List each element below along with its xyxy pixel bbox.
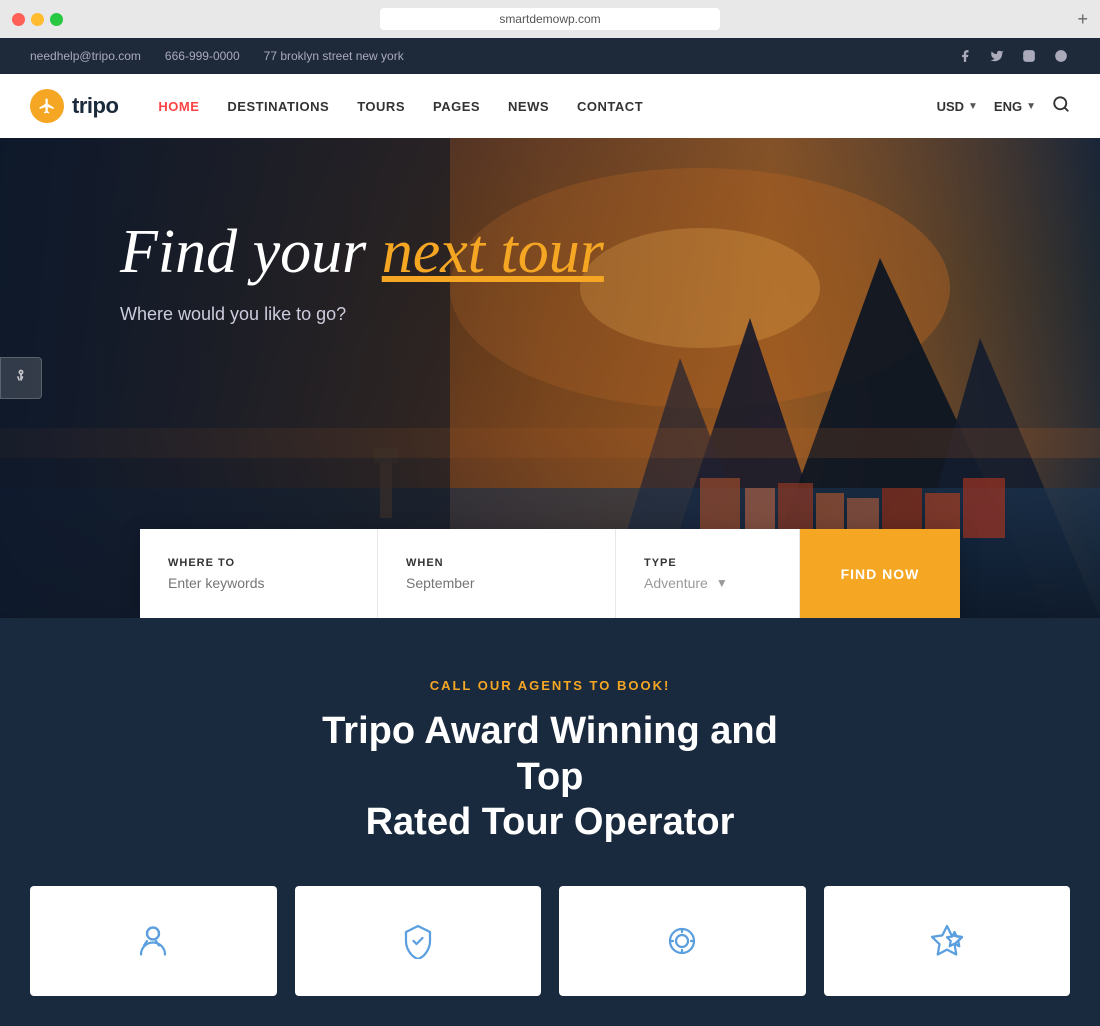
where-to-input[interactable] — [168, 575, 349, 591]
when-field: WHEN — [378, 529, 616, 618]
person-icon — [131, 919, 175, 963]
logo-text: tripo — [72, 93, 118, 119]
where-to-label: WHERE TO — [168, 557, 349, 569]
nav-links: HOME DESTINATIONS TOURS PAGES NEWS CONTA… — [158, 99, 936, 114]
currency-label: USD — [937, 99, 964, 114]
language-dropdown[interactable]: ENG ▼ — [994, 99, 1036, 114]
language-label: ENG — [994, 99, 1022, 114]
type-chevron[interactable]: ▼ — [716, 576, 728, 590]
lower-title: Tripo Award Winning and Top Rated Tour O… — [300, 709, 800, 846]
search-icon[interactable] — [1052, 95, 1070, 118]
top-bar-left: needhelp@tripo.com 666-999-0000 77 brokl… — [30, 49, 404, 63]
minimize-button[interactable] — [31, 13, 44, 26]
hero-subtitle: Where would you like to go? — [120, 304, 1070, 325]
top-bar-right — [956, 47, 1070, 65]
type-value: Adventure — [644, 575, 708, 591]
url-text: smartdemowp.com — [499, 12, 600, 26]
top-info-bar: needhelp@tripo.com 666-999-0000 77 brokl… — [0, 38, 1100, 74]
type-field: TYPE Adventure ▼ — [616, 529, 800, 618]
find-now-label: FIND NOW — [841, 566, 920, 582]
language-chevron: ▼ — [1026, 101, 1036, 112]
badge-icon — [660, 919, 704, 963]
shield-icon — [396, 919, 440, 963]
lower-section: CALL OUR AGENTS TO BOOK! Tripo Award Win… — [0, 618, 1100, 1026]
currency-dropdown[interactable]: USD ▼ — [937, 99, 978, 114]
logo-icon — [30, 89, 64, 123]
close-button[interactable] — [12, 13, 25, 26]
nav-destinations[interactable]: DESTINATIONS — [227, 99, 329, 114]
hero-title: Find your next tour — [120, 218, 1070, 286]
nav-news[interactable]: NEWS — [508, 99, 549, 114]
type-label: TYPE — [644, 557, 771, 569]
nav-contact[interactable]: CONTACT — [577, 99, 643, 114]
logo[interactable]: tripo — [30, 89, 118, 123]
currency-chevron: ▼ — [968, 101, 978, 112]
search-bar: WHERE TO WHEN TYPE Adventure ▼ FIND NOW — [140, 529, 960, 618]
feature-card-1[interactable] — [30, 886, 277, 996]
maximize-button[interactable] — [50, 13, 63, 26]
main-navigation: tripo HOME DESTINATIONS TOURS PAGES NEWS… — [0, 74, 1100, 138]
browser-chrome: smartdemowp.com + — [0, 0, 1100, 38]
type-wrapper: Adventure ▼ — [644, 575, 771, 591]
where-to-field: WHERE TO — [140, 529, 378, 618]
new-tab-button[interactable]: + — [1077, 9, 1088, 30]
accessibility-button[interactable] — [0, 357, 42, 399]
facebook-icon[interactable] — [956, 47, 974, 65]
phone-info: 666-999-0000 — [165, 49, 240, 63]
instagram-icon[interactable] — [1020, 47, 1038, 65]
traffic-lights — [12, 13, 63, 26]
when-input[interactable] — [406, 575, 587, 591]
twitter-icon[interactable] — [988, 47, 1006, 65]
hero-title-part1: Find your — [120, 218, 382, 286]
nav-home[interactable]: HOME — [158, 99, 199, 114]
nav-tours[interactable]: TOURS — [357, 99, 405, 114]
lower-title-line2: Rated Tour Operator — [366, 801, 735, 843]
hero-content: Find your next tour Where would you like… — [0, 138, 1100, 325]
feature-card-4[interactable] — [824, 886, 1071, 996]
email-info: needhelp@tripo.com — [30, 49, 141, 63]
globe-icon[interactable] — [1052, 47, 1070, 65]
address-info: 77 broklyn street new york — [264, 49, 404, 63]
lower-title-line1: Tripo Award Winning and Top — [322, 710, 778, 798]
hero-title-highlight: next tour — [382, 218, 604, 286]
lower-tagline: CALL OUR AGENTS TO BOOK! — [30, 678, 1070, 693]
hero-section: Find your next tour Where would you like… — [0, 138, 1100, 618]
nav-pages[interactable]: PAGES — [433, 99, 480, 114]
feature-card-2[interactable] — [295, 886, 542, 996]
feature-card-3[interactable] — [559, 886, 806, 996]
feature-cards — [30, 886, 1070, 996]
when-label: WHEN — [406, 557, 587, 569]
star-icon — [925, 919, 969, 963]
find-now-button[interactable]: FIND NOW — [800, 529, 960, 618]
nav-right: USD ▼ ENG ▼ — [937, 95, 1070, 118]
address-bar[interactable]: smartdemowp.com — [380, 8, 720, 30]
